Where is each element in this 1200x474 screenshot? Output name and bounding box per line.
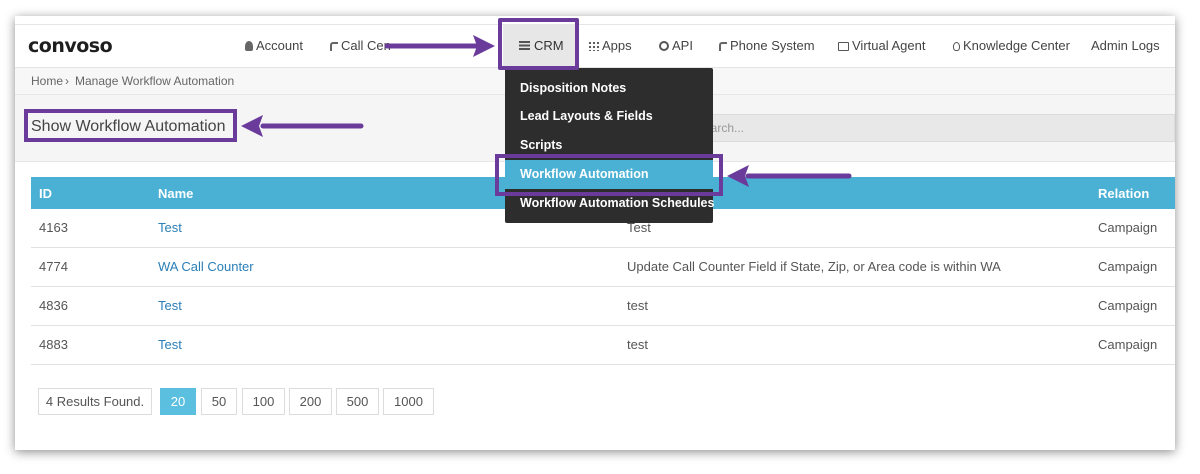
app-window: convoso Account Call Cen CRM Apps API Ph… xyxy=(15,16,1175,450)
annotation-arrows xyxy=(241,35,852,187)
